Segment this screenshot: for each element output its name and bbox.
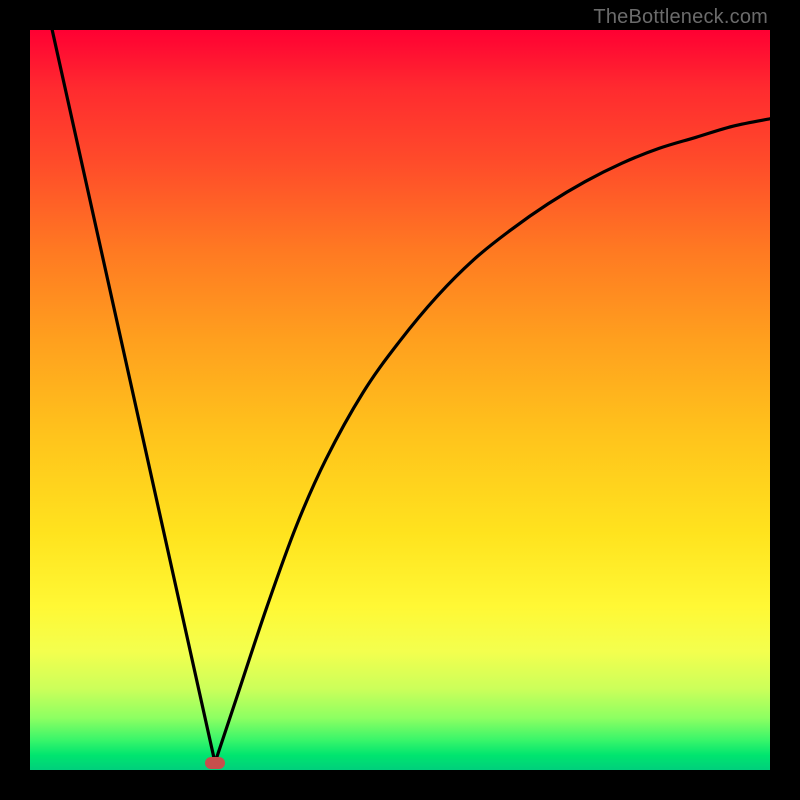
watermark-text: TheBottleneck.com [593, 6, 768, 29]
optimum-marker [205, 757, 225, 769]
curve-path [52, 30, 770, 763]
plot-area [30, 30, 770, 770]
bottleneck-curve [30, 30, 770, 770]
chart-frame: TheBottleneck.com [0, 0, 800, 800]
